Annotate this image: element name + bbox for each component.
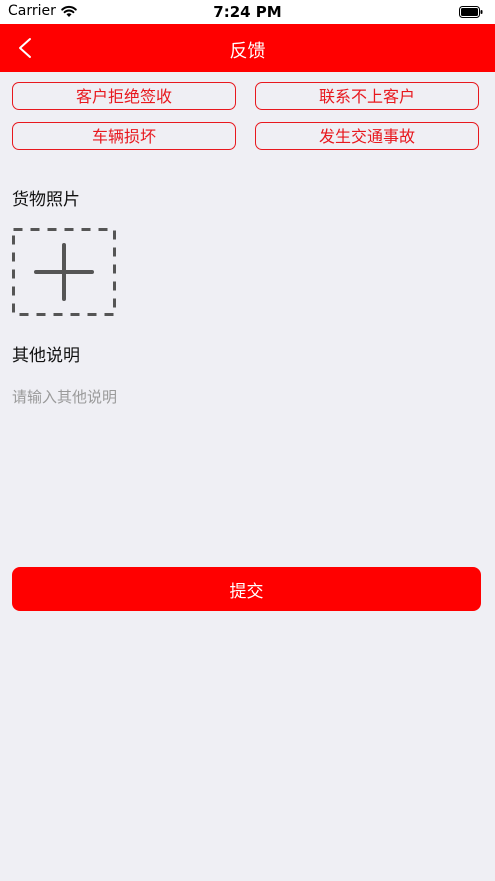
photo-section-label: 货物照片 bbox=[12, 190, 80, 210]
reason-unreachable-button[interactable]: 联系不上客户 bbox=[255, 82, 479, 110]
back-button[interactable] bbox=[10, 33, 40, 63]
nav-bar: 反馈 bbox=[0, 24, 495, 72]
plus-icon bbox=[12, 228, 116, 316]
description-input[interactable] bbox=[12, 380, 481, 530]
chevron-left-icon bbox=[19, 38, 31, 58]
reason-refused-button[interactable]: 客户拒绝签收 bbox=[12, 82, 236, 110]
add-photo-button[interactable] bbox=[12, 228, 116, 316]
description-section-label: 其他说明 bbox=[12, 346, 80, 366]
reason-traffic-accident-button[interactable]: 发生交通事故 bbox=[255, 122, 479, 150]
status-time: 7:24 PM bbox=[213, 3, 282, 21]
page-title: 反馈 bbox=[229, 41, 266, 62]
status-bar: Carrier 7:24 PM bbox=[0, 0, 495, 24]
reason-vehicle-damage-button[interactable]: 车辆损坏 bbox=[12, 122, 236, 150]
submit-button[interactable]: 提交 bbox=[12, 567, 481, 611]
battery-icon bbox=[459, 6, 483, 18]
